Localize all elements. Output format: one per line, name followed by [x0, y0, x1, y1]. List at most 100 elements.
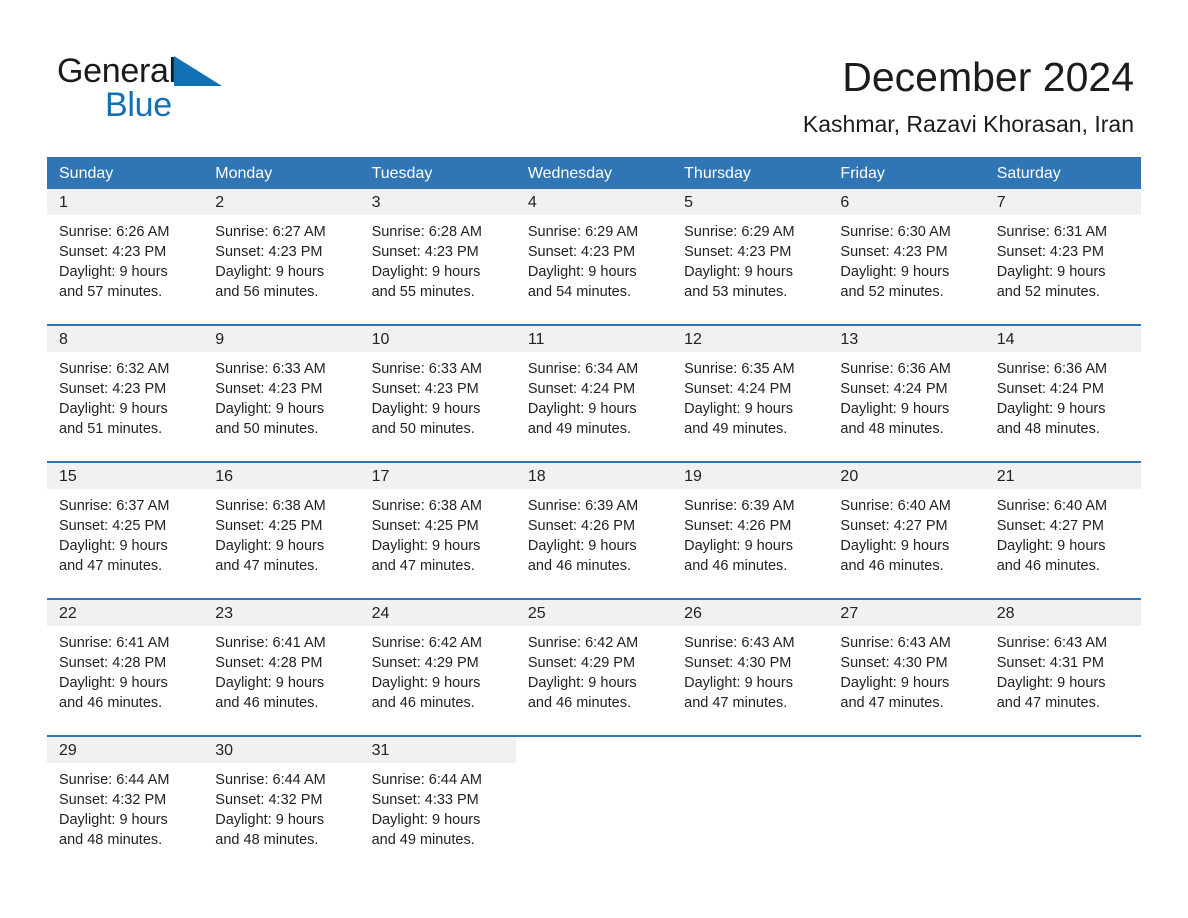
calendar-day-cell[interactable]: 1 Sunrise: 6:26 AM Sunset: 4:23 PM Daylight…	[47, 189, 204, 324]
daylight-text-line1: Daylight: 9 hours	[371, 812, 481, 828]
day-number-band: 10	[359, 326, 516, 352]
daylight-text-line2: and 46 minutes.	[684, 558, 788, 574]
sunset-text: Sunset: 4:23 PM	[371, 381, 479, 397]
day-number-band	[828, 737, 985, 763]
calendar-day-cell[interactable]: 14 Sunrise: 6:36 AM Sunset: 4:24 PM Dayligh…	[984, 326, 1141, 461]
day-number-band: 20	[828, 463, 985, 489]
logo-bottom-row: Blue	[105, 86, 277, 124]
day-number-band: 22	[47, 600, 204, 626]
calendar-day-cell[interactable]: 17 Sunrise: 6:38 AM Sunset: 4:25 PM Dayligh…	[359, 463, 516, 598]
day-details: Sunrise: 6:28 AM Sunset: 4:23 PM Daylight:…	[360, 215, 516, 302]
sunset-text: Sunset: 4:24 PM	[527, 381, 636, 397]
logo-top-row: General	[57, 52, 277, 90]
day-number: 17	[371, 467, 390, 485]
sunset-text: Sunset: 4:32 PM	[215, 792, 323, 808]
logo-text-blue: Blue	[105, 86, 172, 124]
day-details	[516, 763, 672, 770]
calendar-day-cell[interactable]: 9 Sunrise: 6:33 AM Sunset: 4:23 PM Daylight…	[203, 326, 360, 461]
day-details: Sunrise: 6:37 AM Sunset: 4:25 PM Daylight:…	[47, 489, 203, 576]
day-details	[672, 763, 828, 770]
calendar-day-cell[interactable]: 8 Sunrise: 6:32 AM Sunset: 4:23 PM Daylight…	[47, 326, 204, 461]
daylight-text-line1: Daylight: 9 hours	[840, 401, 950, 417]
calendar-day-cell[interactable]: 22 Sunrise: 6:41 AM Sunset: 4:28 PM Dayligh…	[47, 600, 204, 735]
day-number: 24	[371, 604, 390, 622]
daylight-text-line1: Daylight: 9 hours	[684, 264, 793, 280]
sunset-text: Sunset: 4:27 PM	[840, 518, 948, 534]
daylight-text-line1: Daylight: 9 hours	[215, 675, 325, 691]
sunset-text: Sunset: 4:23 PM	[371, 244, 479, 260]
sunset-text: Sunset: 4:25 PM	[59, 518, 167, 534]
calendar-day-cell[interactable]: 5 Sunrise: 6:29 AM Sunset: 4:23 PM Daylight…	[672, 189, 829, 324]
calendar-day-cell[interactable]: 16 Sunrise: 6:38 AM Sunset: 4:25 PM Dayligh…	[203, 463, 360, 598]
daylight-text-line1: Daylight: 9 hours	[371, 264, 481, 280]
calendar-day-cell[interactable]: 26 Sunrise: 6:43 AM Sunset: 4:30 PM Dayligh…	[672, 600, 829, 735]
sunrise-text: Sunrise: 6:33 AM	[371, 361, 482, 377]
day-details: Sunrise: 6:43 AM Sunset: 4:30 PM Daylight:…	[672, 626, 828, 713]
daylight-text-line2: and 48 minutes.	[996, 421, 1100, 437]
day-number-band: 6	[828, 189, 985, 215]
sunset-text: Sunset: 4:32 PM	[59, 792, 167, 808]
day-details: Sunrise: 6:36 AM Sunset: 4:24 PM Daylight:…	[828, 352, 984, 439]
day-number-band: 24	[359, 600, 516, 626]
calendar-day-cell[interactable]: 28 Sunrise: 6:43 AM Sunset: 4:31 PM Dayligh…	[984, 600, 1141, 735]
calendar-day-cell[interactable]: 29 Sunrise: 6:44 AM Sunset: 4:32 PM Dayligh…	[47, 737, 204, 867]
sunrise-text: Sunrise: 6:36 AM	[840, 361, 951, 377]
day-details: Sunrise: 6:29 AM Sunset: 4:23 PM Daylight:…	[672, 215, 828, 302]
day-details: Sunrise: 6:41 AM Sunset: 4:28 PM Daylight:…	[203, 626, 359, 713]
generalblue-logo[interactable]: General Blue	[57, 52, 277, 128]
title-block: December 2024 Kashmar, Razavi Khorasan, …	[803, 52, 1134, 138]
daylight-text-line1: Daylight: 9 hours	[59, 675, 168, 691]
sunrise-text: Sunrise: 6:43 AM	[996, 635, 1108, 651]
day-number: 26	[684, 604, 702, 622]
sunrise-text: Sunrise: 6:33 AM	[215, 361, 326, 377]
calendar-day-cell[interactable]: 30 Sunrise: 6:44 AM Sunset: 4:32 PM Dayligh…	[203, 737, 360, 867]
day-number-band: 17	[359, 463, 516, 489]
calendar-day-cell[interactable]: 12 Sunrise: 6:35 AM Sunset: 4:24 PM Dayligh…	[672, 326, 829, 461]
sunset-text: Sunset: 4:23 PM	[840, 244, 948, 260]
calendar-day-cell[interactable]: 13 Sunrise: 6:36 AM Sunset: 4:24 PM Dayligh…	[828, 326, 985, 461]
day-details: Sunrise: 6:32 AM Sunset: 4:23 PM Daylight:…	[47, 352, 203, 439]
calendar-day-cell[interactable]: 4 Sunrise: 6:29 AM Sunset: 4:23 PM Daylight…	[515, 189, 673, 324]
calendar-day-cell[interactable]: 27 Sunrise: 6:43 AM Sunset: 4:30 PM Dayligh…	[828, 600, 985, 735]
weekday-header-friday: Friday	[840, 164, 885, 182]
day-number: 14	[996, 330, 1015, 348]
calendar-day-cell[interactable]: 25 Sunrise: 6:42 AM Sunset: 4:29 PM Dayligh…	[515, 600, 673, 735]
calendar-day-cell[interactable]: 19 Sunrise: 6:39 AM Sunset: 4:26 PM Dayligh…	[672, 463, 829, 598]
day-number-band: 21	[984, 463, 1141, 489]
calendar-day-cell[interactable]: 15 Sunrise: 6:37 AM Sunset: 4:25 PM Dayligh…	[47, 463, 204, 598]
daylight-text-line2: and 49 minutes.	[684, 421, 788, 437]
daylight-text-line2: and 56 minutes.	[215, 284, 319, 300]
day-number: 7	[996, 193, 1006, 211]
daylight-text-line1: Daylight: 9 hours	[527, 538, 637, 554]
sunset-text: Sunset: 4:29 PM	[371, 655, 479, 671]
daylight-text-line1: Daylight: 9 hours	[215, 401, 325, 417]
sunset-text: Sunset: 4:28 PM	[215, 655, 323, 671]
calendar-day-cell[interactable]: 7 Sunrise: 6:31 AM Sunset: 4:23 PM Daylight…	[984, 189, 1141, 324]
sunset-text: Sunset: 4:26 PM	[527, 518, 636, 534]
calendar-day-cell[interactable]: 31 Sunrise: 6:44 AM Sunset: 4:33 PM Dayligh…	[359, 737, 516, 867]
day-number-band	[984, 737, 1141, 763]
calendar-day-cell[interactable]: 10 Sunrise: 6:33 AM Sunset: 4:23 PM Dayligh…	[359, 326, 516, 461]
calendar-day-cell[interactable]: 23 Sunrise: 6:41 AM Sunset: 4:28 PM Dayligh…	[203, 600, 360, 735]
weekday-header-thursday: Thursday	[684, 164, 751, 182]
daylight-text-line1: Daylight: 9 hours	[59, 264, 168, 280]
day-number: 4	[527, 193, 537, 211]
day-details: Sunrise: 6:34 AM Sunset: 4:24 PM Daylight:…	[516, 352, 672, 439]
calendar-day-cell-empty	[515, 737, 673, 867]
day-number: 21	[996, 467, 1015, 485]
calendar-day-cell-empty	[984, 737, 1141, 867]
day-number-band: 28	[984, 600, 1141, 626]
calendar-day-cell[interactable]: 18 Sunrise: 6:39 AM Sunset: 4:26 PM Dayligh…	[515, 463, 673, 598]
sunset-text: Sunset: 4:23 PM	[215, 381, 323, 397]
calendar-day-cell[interactable]: 21 Sunrise: 6:40 AM Sunset: 4:27 PM Dayligh…	[984, 463, 1141, 598]
calendar-day-cell[interactable]: 3 Sunrise: 6:28 AM Sunset: 4:23 PM Daylight…	[359, 189, 516, 324]
daylight-text-line2: and 48 minutes.	[840, 421, 944, 437]
calendar-day-cell[interactable]: 2 Sunrise: 6:27 AM Sunset: 4:23 PM Daylight…	[203, 189, 360, 324]
daylight-text-line2: and 46 minutes.	[371, 695, 475, 711]
calendar-day-cell[interactable]: 20 Sunrise: 6:40 AM Sunset: 4:27 PM Dayligh…	[828, 463, 985, 598]
day-number-band: 15	[47, 463, 204, 489]
calendar-day-cell[interactable]: 11 Sunrise: 6:34 AM Sunset: 4:24 PM Dayligh…	[515, 326, 673, 461]
calendar-day-cell[interactable]: 24 Sunrise: 6:42 AM Sunset: 4:29 PM Dayligh…	[359, 600, 516, 735]
calendar-day-cell[interactable]: 6 Sunrise: 6:30 AM Sunset: 4:23 PM Daylight…	[828, 189, 985, 324]
day-number: 20	[840, 467, 859, 485]
